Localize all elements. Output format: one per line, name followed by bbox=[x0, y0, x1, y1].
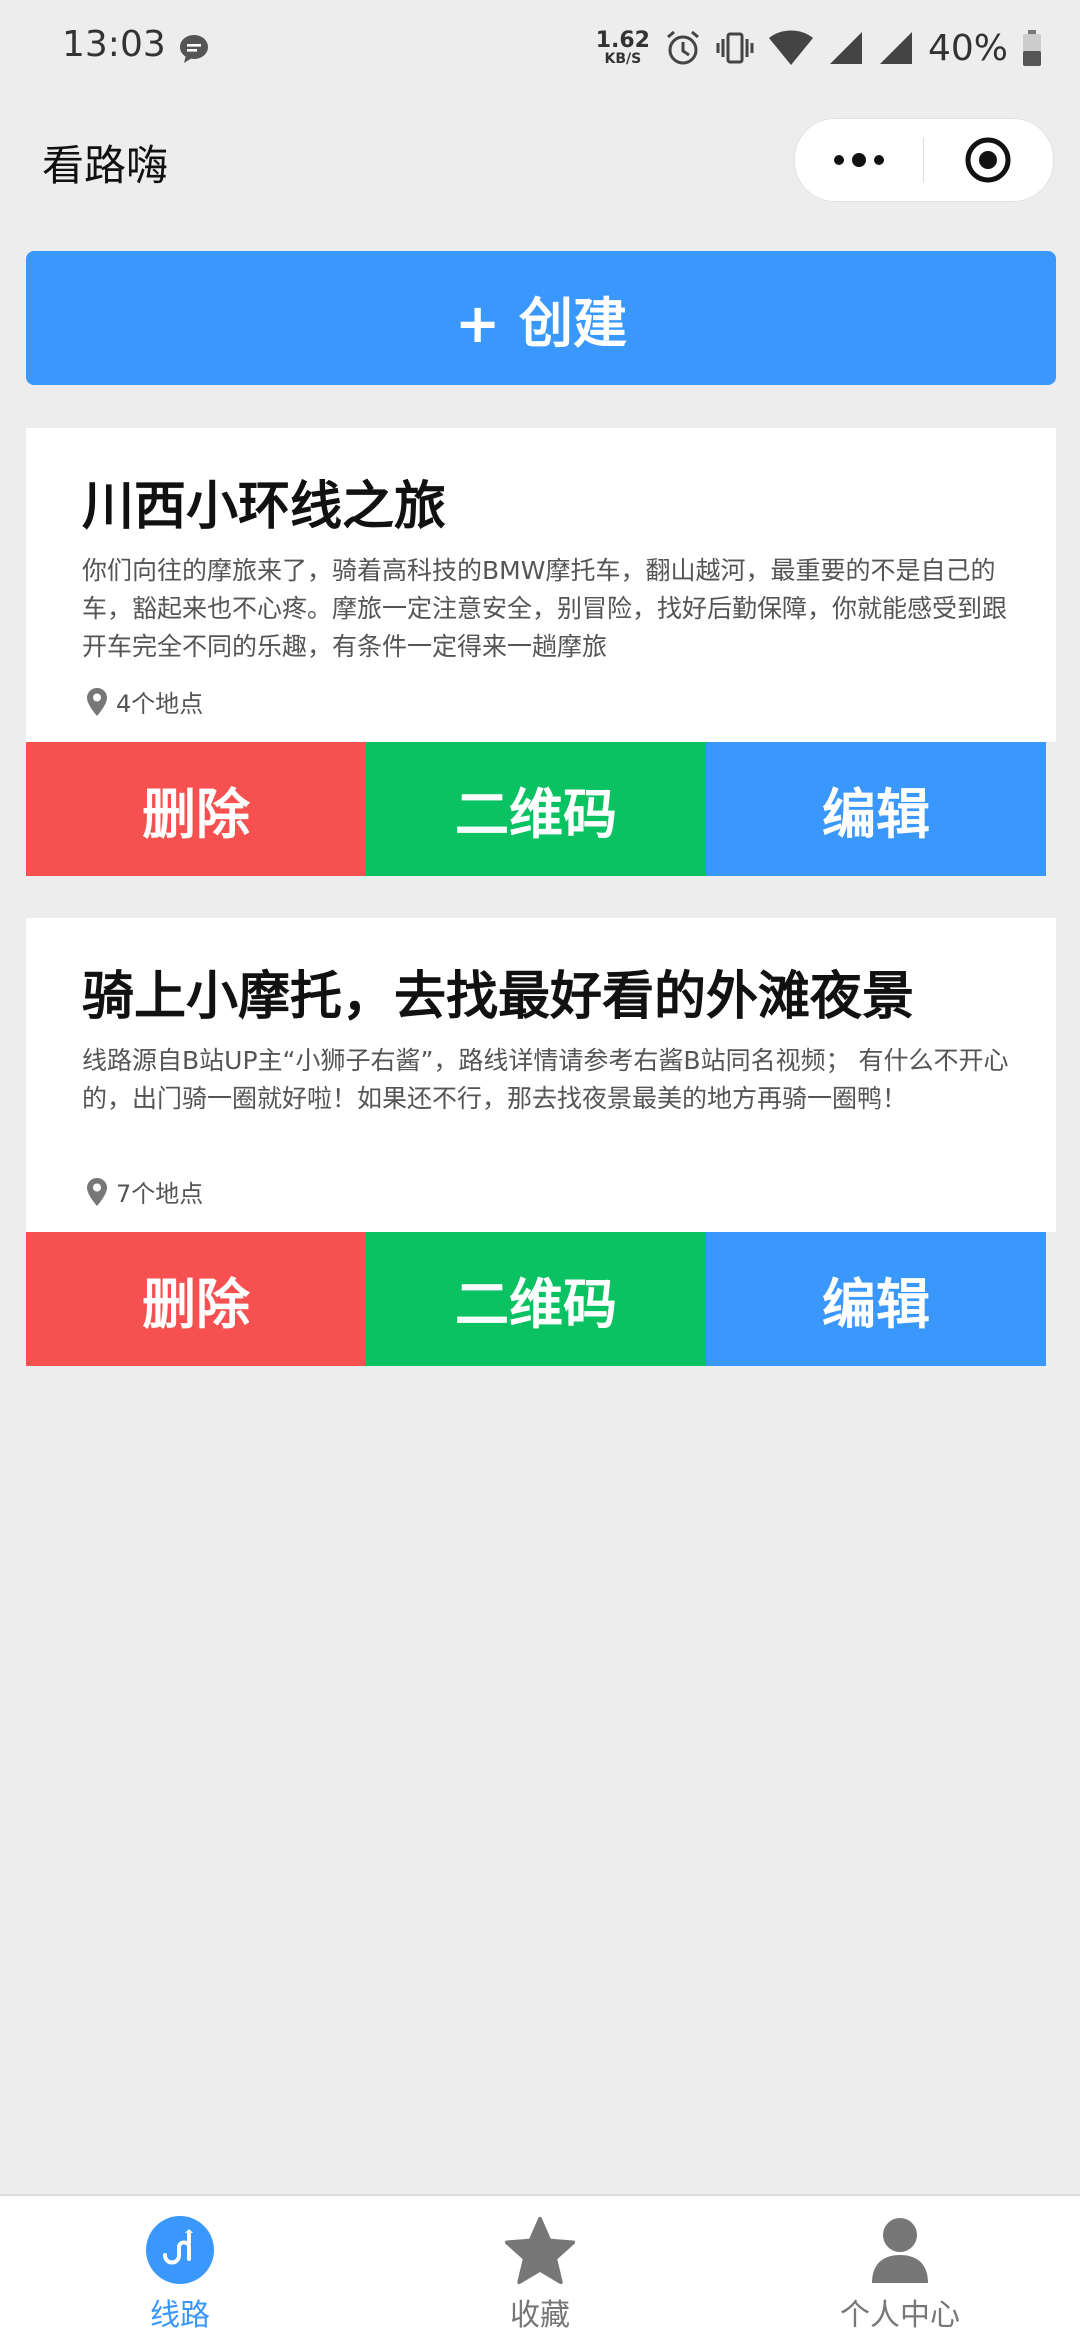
qrcode-button[interactable]: 二维码 bbox=[366, 742, 706, 876]
create-route-button[interactable]: + 创建 bbox=[26, 251, 1056, 385]
tab-routes[interactable]: 线路 bbox=[0, 2196, 360, 2342]
star-icon bbox=[504, 2214, 576, 2286]
route-description: 线路源自B站UP主“小狮子右酱”，路线详情请参考右酱B站同名视频； 有什么不开心… bbox=[82, 1046, 1009, 1113]
more-dots-icon bbox=[834, 153, 884, 167]
vibrate-icon bbox=[716, 32, 754, 64]
route-locations: 4个地点 bbox=[86, 684, 203, 719]
more-button[interactable] bbox=[795, 119, 923, 201]
location-count: 7个地点 bbox=[116, 1180, 204, 1208]
route-description: 你们向往的摩旅来了，骑着高科技的BMW摩托车，翻山越河，最重要的不是自己的车，豁… bbox=[82, 556, 1008, 661]
route-actions: 删除 二维码 编辑 bbox=[26, 742, 1046, 876]
signal-icon bbox=[829, 32, 862, 64]
route-title: 骑上小摩托，去找最好看的外滩夜景 bbox=[82, 967, 915, 1027]
route-card: 川西小环线之旅 你们向往的摩旅来了，骑着高科技的BMW摩托车，翻山越河，最重要的… bbox=[26, 428, 1056, 876]
tab-label: 收藏 bbox=[510, 2298, 570, 2333]
tab-label: 个人中心 bbox=[840, 2298, 960, 2333]
location-pin-icon bbox=[87, 687, 107, 716]
edit-button[interactable]: 编辑 bbox=[706, 1232, 1046, 1366]
edit-button[interactable]: 编辑 bbox=[706, 742, 1046, 876]
route-locations: 7个地点 bbox=[86, 1174, 203, 1209]
qrcode-button[interactable]: 二维码 bbox=[366, 1232, 706, 1366]
route-card: 骑上小摩托，去找最好看的外滩夜景 线路源自B站UP主“小狮子右酱”，路线详情请参… bbox=[26, 918, 1056, 1366]
tab-profile[interactable]: 个人中心 bbox=[720, 2196, 1080, 2342]
target-circle-icon bbox=[965, 137, 1011, 183]
delete-button[interactable]: 删除 bbox=[26, 742, 366, 876]
network-speed: 1.62 KB/S bbox=[595, 28, 650, 67]
status-bar: 13:03 1.62 KB/S 40% bbox=[0, 0, 1080, 96]
tab-favorites[interactable]: 收藏 bbox=[360, 2196, 720, 2342]
route-actions: 删除 二维码 编辑 bbox=[26, 1232, 1046, 1366]
route-icon bbox=[144, 2214, 216, 2286]
wifi-icon bbox=[768, 30, 813, 65]
battery-icon bbox=[1023, 30, 1041, 66]
location-count: 4个地点 bbox=[116, 690, 204, 718]
location-pin-icon bbox=[87, 1177, 107, 1206]
page-title: 看路嗨 bbox=[42, 141, 169, 190]
speed-unit: KB/S bbox=[604, 51, 642, 67]
signal-icon bbox=[879, 32, 912, 64]
status-time: 13:03 bbox=[62, 24, 166, 65]
tab-bar: 线路 收藏 个人中心 bbox=[0, 2194, 1080, 2342]
close-miniprogram-button[interactable] bbox=[924, 119, 1052, 201]
message-icon bbox=[180, 35, 208, 63]
speed-value: 1.62 bbox=[595, 28, 650, 53]
battery-level: 40% bbox=[927, 27, 1008, 69]
alarm-icon bbox=[667, 30, 699, 65]
person-icon bbox=[864, 2214, 936, 2286]
status-indicators: 1.62 KB/S 40% bbox=[596, 22, 1042, 74]
route-title: 川西小环线之旅 bbox=[82, 477, 447, 537]
miniprogram-capsule bbox=[794, 118, 1054, 202]
route-card-body[interactable]: 川西小环线之旅 你们向往的摩旅来了，骑着高科技的BMW摩托车，翻山越河，最重要的… bbox=[26, 428, 1056, 742]
delete-button[interactable]: 删除 bbox=[26, 1232, 366, 1366]
route-card-body[interactable]: 骑上小摩托，去找最好看的外滩夜景 线路源自B站UP主“小狮子右酱”，路线详情请参… bbox=[26, 918, 1056, 1232]
nav-bar: 看路嗨 bbox=[0, 96, 1080, 226]
tab-label: 线路 bbox=[150, 2298, 210, 2333]
